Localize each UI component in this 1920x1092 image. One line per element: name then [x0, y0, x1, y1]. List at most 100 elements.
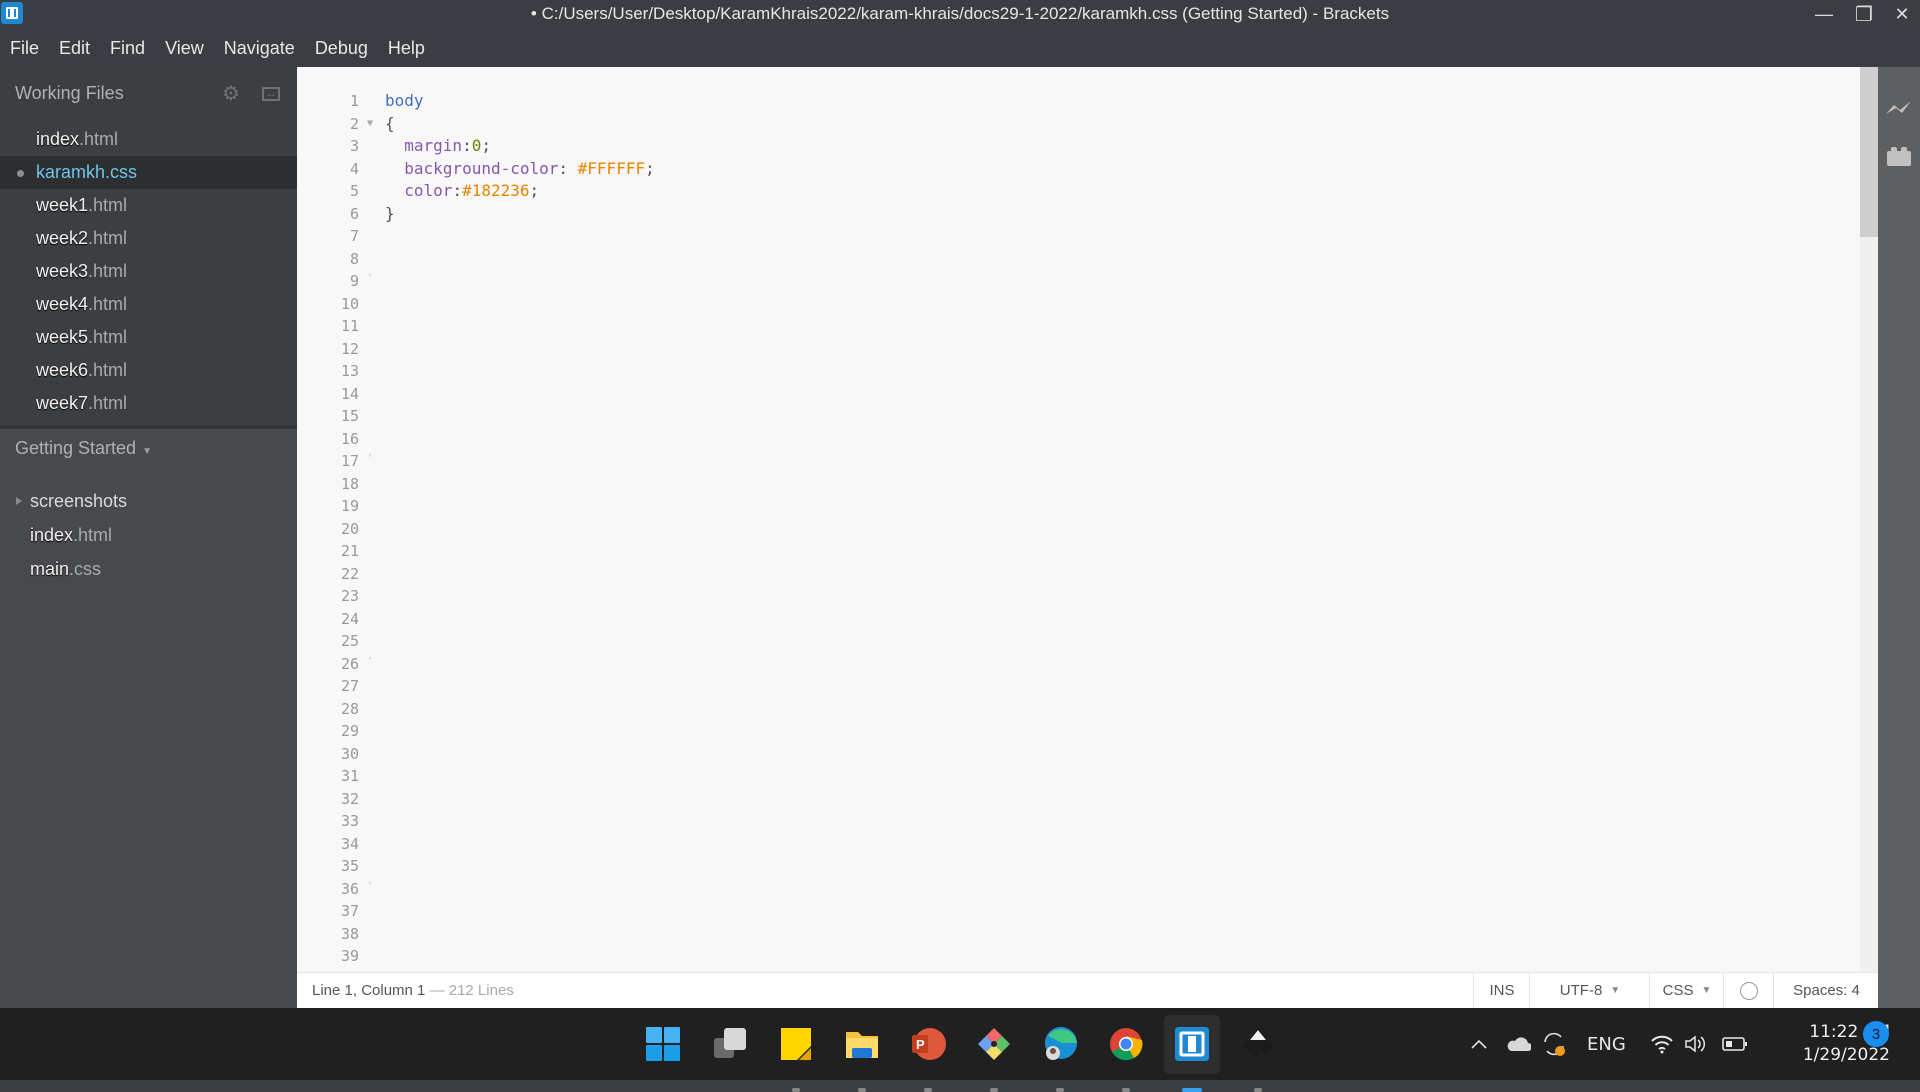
- working-file-item[interactable]: week1 .html: [0, 189, 297, 222]
- file-name: week2: [36, 228, 89, 248]
- working-files-header: Working Files: [15, 83, 124, 103]
- line-number: 18: [340, 474, 359, 493]
- code-line[interactable]: color:#182236;: [385, 180, 655, 203]
- project-dropdown[interactable]: Getting Started ▼: [15, 438, 152, 459]
- code-token: ;: [481, 136, 491, 155]
- working-file-item[interactable]: week4 .html: [0, 288, 297, 321]
- line-number: 7: [349, 227, 359, 245]
- gutter-marker: ': [367, 453, 374, 464]
- live-preview-icon[interactable]: [1885, 97, 1913, 119]
- svg-text:P: P: [916, 1037, 925, 1052]
- working-files-list: index .html karamkh.css week1 .html week2 .htm…: [0, 123, 297, 420]
- working-file-item[interactable]: week6 .html: [0, 354, 297, 387]
- menu-debug[interactable]: Debug: [315, 38, 368, 59]
- line-number: 3: [349, 137, 359, 155]
- start-icon[interactable]: [645, 1026, 681, 1062]
- encoding-dropdown[interactable]: UTF-8 ▼: [1529, 973, 1650, 1008]
- line-number: 20: [340, 519, 359, 538]
- inkscape-icon[interactable]: [1240, 1026, 1276, 1092]
- line-number: 26 ': [297, 653, 373, 676]
- line-number: 17 ': [297, 450, 373, 473]
- close-button[interactable]: ✕: [1884, 0, 1920, 28]
- code-token: 0: [471, 136, 482, 155]
- code-content[interactable]: body{ margin:0; background-color: #FFFFF…: [385, 90, 655, 225]
- running-indicator: [1122, 1088, 1130, 1092]
- brackets-icon[interactable]: [1174, 1026, 1210, 1092]
- line-number: 15: [340, 407, 359, 425]
- vertical-scrollbar[interactable]: [1860, 67, 1878, 972]
- battery-icon[interactable]: [1722, 1008, 1748, 1080]
- menu-file[interactable]: File: [10, 38, 39, 59]
- line-number: 11: [340, 317, 359, 335]
- running-indicator: [1254, 1088, 1262, 1092]
- chevron-down-icon: ▼: [142, 446, 152, 457]
- tree-folder[interactable]: screenshots: [0, 484, 297, 518]
- split-view-icon[interactable]: ↔: [262, 87, 280, 101]
- file-explorer-icon[interactable]: [844, 1026, 880, 1092]
- file-name: week4: [36, 294, 89, 314]
- tree-file[interactable]: main .css: [0, 552, 297, 586]
- language-text: ENG: [1587, 1033, 1626, 1055]
- file-name: week1: [36, 195, 89, 215]
- file-extension: .html: [79, 129, 119, 149]
- code-editor[interactable]: 1 2 ▼ 3 4 5 6 7 8 9 ' 10 11 12 13 14 15 16 17 ' 18 19 20 21 22 23…: [297, 67, 1860, 972]
- code-line[interactable]: body: [385, 90, 655, 113]
- code-line[interactable]: {: [385, 113, 655, 136]
- file-name: week6: [36, 360, 89, 380]
- code-token: margin: [404, 136, 463, 155]
- powerpoint-icon[interactable]: P: [910, 1026, 946, 1092]
- volume-icon[interactable]: [1684, 1008, 1708, 1080]
- sync-icon[interactable]: [1541, 1008, 1567, 1080]
- menu-edit[interactable]: Edit: [59, 38, 90, 59]
- tree-file[interactable]: index .html: [0, 518, 297, 552]
- notification-badge[interactable]: 3: [1863, 1021, 1889, 1047]
- running-indicator: [924, 1088, 932, 1092]
- wifi-icon[interactable]: [1650, 1008, 1674, 1080]
- language-indicator[interactable]: ENG: [1587, 1008, 1626, 1080]
- line-number: 10: [340, 294, 359, 313]
- line-number: 1: [349, 92, 359, 110]
- right-toolbar: [1878, 67, 1920, 1008]
- restore-button[interactable]: ❐: [1846, 0, 1882, 28]
- fold-arrow-icon[interactable]: ▼: [367, 113, 373, 136]
- gear-icon[interactable]: ⚙: [222, 84, 242, 104]
- line-number: 39: [340, 947, 359, 965]
- chevron-down-icon: ▼: [1610, 985, 1621, 996]
- language-dropdown[interactable]: CSS ▼: [1649, 973, 1724, 1008]
- task-view-icon[interactable]: [712, 1026, 748, 1062]
- git-client-icon[interactable]: [976, 1026, 1012, 1092]
- working-file-item[interactable]: week7 .html: [0, 387, 297, 420]
- working-file-item[interactable]: karamkh.css: [0, 156, 297, 189]
- indent-setting[interactable]: Spaces: 4: [1773, 973, 1879, 1008]
- menu-help[interactable]: Help: [388, 38, 425, 59]
- working-file-item[interactable]: week5 .html: [0, 321, 297, 354]
- menu-view[interactable]: View: [165, 38, 204, 59]
- code-line[interactable]: }: [385, 203, 655, 226]
- file-name: index: [36, 129, 80, 149]
- edge-icon[interactable]: [1042, 1026, 1078, 1092]
- chrome-icon[interactable]: [1108, 1026, 1144, 1092]
- scrollbar-thumb[interactable]: [1860, 67, 1878, 237]
- menu-navigate[interactable]: Navigate: [224, 38, 295, 59]
- chevron-right-icon[interactable]: [16, 497, 22, 505]
- minimize-button[interactable]: —: [1806, 0, 1842, 28]
- sticky-notes-icon[interactable]: [778, 1026, 814, 1092]
- line-number: 16: [340, 429, 359, 448]
- show-hidden-icons[interactable]: [1470, 1008, 1488, 1080]
- onedrive-icon[interactable]: [1505, 1008, 1531, 1080]
- linter-status[interactable]: [1723, 973, 1774, 1008]
- line-number: 36 ': [297, 878, 373, 901]
- insert-mode-toggle[interactable]: INS: [1473, 973, 1530, 1008]
- code-line[interactable]: margin:0;: [385, 135, 655, 158]
- line-number: 31: [340, 767, 359, 785]
- tree-item-name: main: [30, 558, 70, 579]
- working-file-item[interactable]: index .html: [0, 123, 297, 156]
- code-line[interactable]: background-color: #FFFFFF;: [385, 158, 654, 181]
- working-file-item[interactable]: week3 .html: [0, 255, 297, 288]
- line-number: 12: [340, 339, 359, 358]
- menu-find[interactable]: Find: [110, 38, 145, 59]
- extension-manager-icon[interactable]: [1885, 145, 1913, 167]
- working-file-item[interactable]: week2 .html: [0, 222, 297, 255]
- unsaved-dot-icon: [17, 170, 24, 177]
- cursor-position-text: Line 1, Column 1: [312, 982, 426, 999]
